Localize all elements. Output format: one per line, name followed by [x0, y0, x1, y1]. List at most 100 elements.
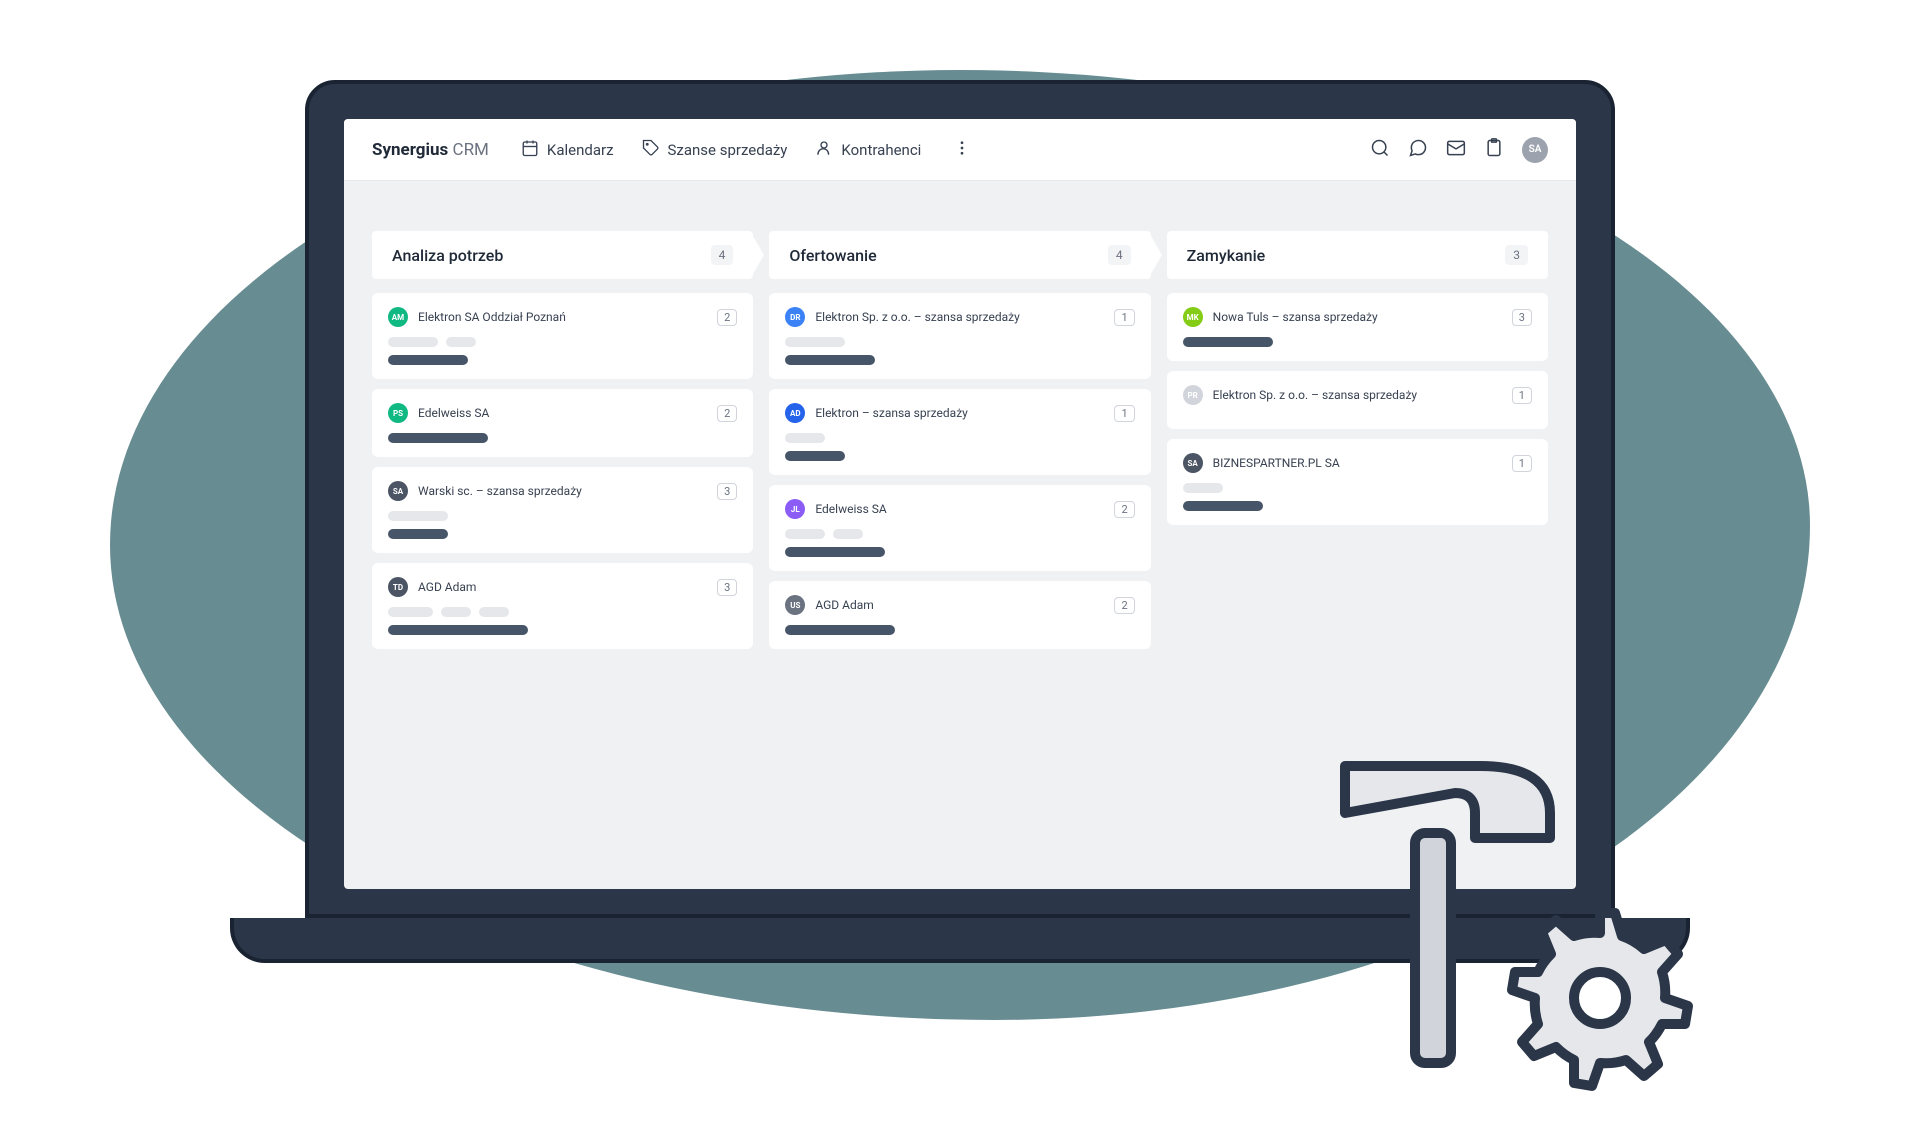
card-header: JL Edelweiss SA 2	[785, 499, 1134, 519]
card-number-badge: 2	[1114, 501, 1134, 518]
placeholder-bar	[441, 607, 471, 617]
placeholder-bar-dark	[388, 529, 448, 539]
column-cards: DR Elektron Sp. z o.o. – szansa sprzedaży…	[769, 293, 1150, 649]
column-title: Analiza potrzeb	[392, 246, 503, 265]
card-avatar: JL	[785, 499, 805, 519]
card-title: BIZNESPARTNER.PL SA	[1213, 456, 1502, 470]
column-title: Ofertowanie	[789, 246, 876, 265]
card-number-badge: 1	[1512, 387, 1532, 404]
opportunity-card[interactable]: AM Elektron SA Oddział Poznań 2	[372, 293, 753, 379]
placeholder-bar-dark	[1183, 501, 1263, 511]
card-title: Elektron Sp. z o.o. – szansa sprzedaży	[1213, 388, 1502, 402]
placeholder-bar-dark	[785, 547, 885, 557]
placeholder-bar	[479, 607, 509, 617]
placeholder-bar-dark	[785, 625, 895, 635]
card-header: SABIZNESPARTNER.PL SA1	[1183, 453, 1532, 473]
placeholder-row	[388, 607, 737, 617]
card-title: Elektron – szansa sprzedaży	[815, 406, 1104, 420]
placeholder-bar	[446, 337, 476, 347]
opportunity-card[interactable]: US AGD Adam 2	[769, 581, 1150, 649]
opportunity-card[interactable]: DR Elektron Sp. z o.o. – szansa sprzedaży…	[769, 293, 1150, 379]
card-title: AGD Adam	[815, 598, 1104, 612]
column-count-badge: 3	[1505, 245, 1528, 265]
column-count-badge: 4	[1108, 245, 1131, 265]
person-icon	[815, 139, 833, 161]
opportunity-card[interactable]: TDAGD Adam3	[372, 563, 753, 649]
column-header[interactable]: Zamykanie 3	[1167, 231, 1548, 279]
calendar-icon	[521, 139, 539, 161]
card-number-badge: 1	[1114, 309, 1134, 326]
card-number-badge: 3	[717, 483, 737, 500]
placeholder-bar	[388, 607, 433, 617]
card-header: SA Warski sc. – szansa sprzedaży 3	[388, 481, 737, 501]
nav-opportunities[interactable]: Szanse sprzedaży	[642, 139, 788, 161]
card-number-badge: 2	[1114, 597, 1134, 614]
nav-more[interactable]	[949, 135, 975, 165]
nav-contractors[interactable]: Kontrahenci	[815, 139, 921, 161]
card-title: Nowa Tuls – szansa sprzedaży	[1213, 310, 1502, 324]
card-avatar: SA	[388, 481, 408, 501]
column-header[interactable]: Analiza potrzeb 4	[372, 231, 753, 279]
card-title: Warski sc. – szansa sprzedaży	[418, 484, 707, 498]
clipboard-icon[interactable]	[1484, 138, 1504, 162]
card-number-badge: 3	[717, 579, 737, 596]
placeholder-bar-dark	[388, 625, 528, 635]
user-avatar[interactable]: SA	[1522, 137, 1548, 163]
mail-icon[interactable]	[1446, 138, 1466, 162]
brand-logo[interactable]: Synergius CRM	[372, 140, 489, 160]
card-avatar: US	[785, 595, 805, 615]
search-icon[interactable]	[1370, 138, 1390, 162]
main-nav: Kalendarz Szanse sprzedaży Kontrahenci	[521, 135, 1370, 165]
avatar-initials: SA	[1529, 144, 1542, 155]
opportunity-card[interactable]: SA Warski sc. – szansa sprzedaży 3	[372, 467, 753, 553]
column-title: Zamykanie	[1187, 246, 1266, 265]
brand-suffix: CRM	[453, 140, 489, 160]
card-number-badge: 2	[717, 309, 737, 326]
column-header[interactable]: Ofertowanie 4	[769, 231, 1150, 279]
placeholder-bar	[785, 529, 825, 539]
kanban-column: Zamykanie 3 MK Nowa Tuls – szansa sprzedaży…	[1167, 231, 1548, 649]
card-header: ADElektron – szansa sprzedaży1	[785, 403, 1134, 423]
placeholder-bar	[388, 337, 438, 347]
column-cards: AMElektron SA Oddział Poznań2PSEdelweiss…	[372, 293, 753, 649]
card-avatar: DR	[785, 307, 805, 327]
card-avatar: AD	[785, 403, 805, 423]
nav-label: Kontrahenci	[841, 141, 921, 159]
placeholder-bar-dark	[1183, 337, 1273, 347]
placeholder-row	[388, 337, 737, 347]
nav-label: Szanse sprzedaży	[668, 141, 788, 159]
card-header: AM Elektron SA Oddział Poznań 2	[388, 307, 737, 327]
nav-label: Kalendarz	[547, 141, 614, 159]
kanban-column: Ofertowanie 4 DR Elektron Sp. z o.o. – szan…	[769, 231, 1150, 649]
tag-icon	[642, 139, 660, 161]
opportunity-card[interactable]: ADElektron – szansa sprzedaży1	[769, 389, 1150, 475]
card-avatar: PR	[1183, 385, 1203, 405]
opportunity-card[interactable]: MK Nowa Tuls – szansa sprzedaży 3	[1167, 293, 1548, 361]
nav-calendar[interactable]: Kalendarz	[521, 139, 614, 161]
column-count-badge: 4	[711, 245, 734, 265]
header-actions: SA	[1370, 137, 1548, 163]
card-number-badge: 1	[1512, 455, 1532, 472]
placeholder-row	[785, 337, 1134, 347]
card-title: Elektron Sp. z o.o. – szansa sprzedaży	[815, 310, 1104, 324]
placeholder-bar	[785, 337, 845, 347]
card-avatar: AM	[388, 307, 408, 327]
opportunity-card[interactable]: SABIZNESPARTNER.PL SA1	[1167, 439, 1548, 525]
card-title: Edelweiss SA	[815, 502, 1104, 516]
kanban-column: Analiza potrzeb 4 AM Elektron SA Oddział Po…	[372, 231, 753, 649]
placeholder-bar-dark	[388, 433, 488, 443]
card-number-badge: 3	[1512, 309, 1532, 326]
card-number-badge: 2	[717, 405, 737, 422]
card-header: MK Nowa Tuls – szansa sprzedaży 3	[1183, 307, 1532, 327]
card-title: Elektron SA Oddział Poznań	[418, 310, 707, 324]
chat-icon[interactable]	[1408, 138, 1428, 162]
card-header: PR Elektron Sp. z o.o. – szansa sprzedaży…	[1183, 385, 1532, 405]
placeholder-row	[785, 433, 1134, 443]
app-header: Synergius CRM Kalendarz Szanse sp	[344, 119, 1576, 181]
opportunity-card[interactable]: PSEdelweiss SA2	[372, 389, 753, 457]
opportunity-card[interactable]: PR Elektron Sp. z o.o. – szansa sprzedaży…	[1167, 371, 1548, 429]
card-header: DR Elektron Sp. z o.o. – szansa sprzedaży…	[785, 307, 1134, 327]
opportunity-card[interactable]: JL Edelweiss SA 2	[769, 485, 1150, 571]
card-header: TDAGD Adam3	[388, 577, 737, 597]
card-avatar: MK	[1183, 307, 1203, 327]
